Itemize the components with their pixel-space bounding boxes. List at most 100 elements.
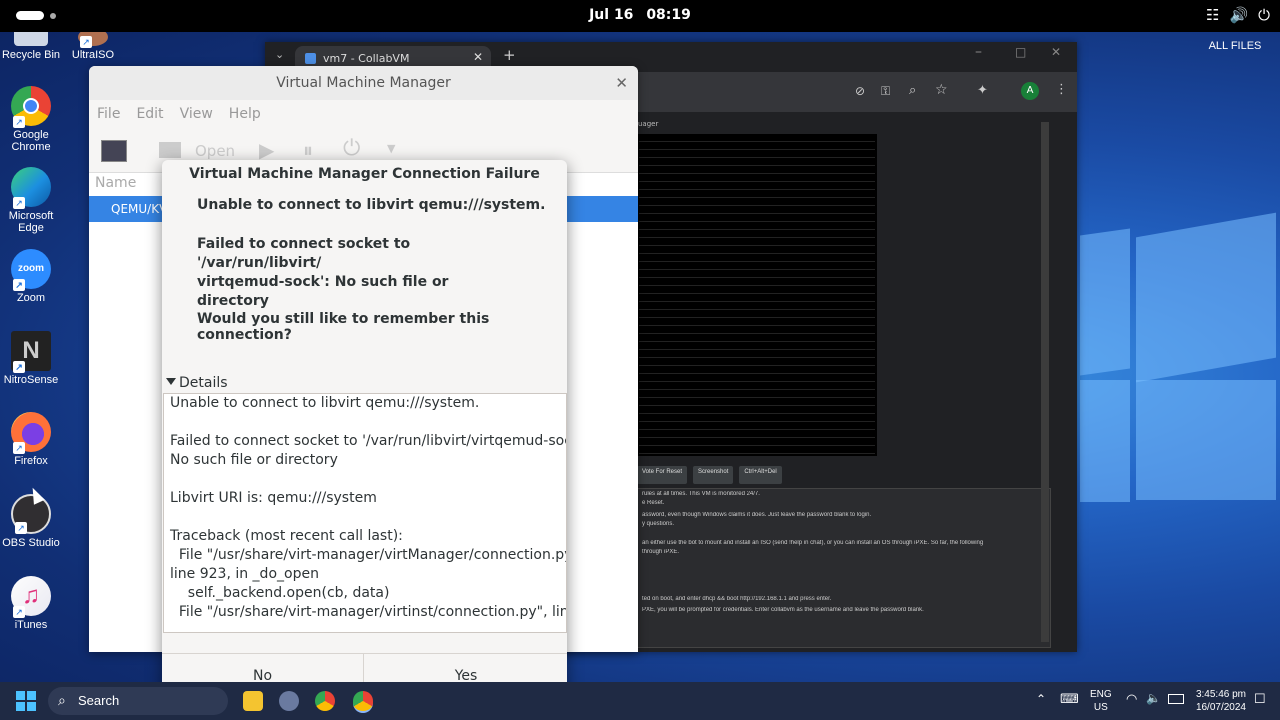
dialog-title: Virtual Machine Manager Connection Failu…	[189, 166, 540, 182]
top-bar-date: Jul 16	[589, 7, 634, 23]
chrome-taskbar-icon[interactable]	[315, 691, 335, 711]
connection-row-label: QEMU/KV	[111, 202, 168, 216]
key-icon[interactable]: ⚿	[881, 84, 890, 99]
chat-line: PXE, you will be prompted for credential…	[642, 607, 924, 613]
details-line: Libvirt URI is: qemu:///system	[170, 490, 377, 506]
open-button[interactable]: Open	[195, 142, 235, 160]
desktop-icon-itunes[interactable]: ♫ ↗ iTunes	[0, 576, 66, 631]
vm-action-buttons: Vote For Reset Screenshot Ctrl+Alt+Del	[637, 466, 782, 484]
extensions-icon[interactable]: ✦	[977, 83, 988, 98]
wallpaper-petal	[1080, 380, 1130, 502]
taskbar-search[interactable]: ⌕ Search	[48, 687, 228, 715]
page-scrollbar[interactable]	[1041, 122, 1049, 642]
desktop-icon-label: NitroSense	[3, 374, 59, 386]
profile-avatar[interactable]: A	[1021, 82, 1039, 100]
vm-terminal-line	[639, 246, 875, 254]
menu-help[interactable]: Help	[221, 100, 269, 130]
desktop-icon-label: UltraISO	[71, 49, 115, 61]
play-icon[interactable]: ▶	[259, 138, 274, 162]
secondary-line: Failed to connect socket to '/var/run/li…	[197, 236, 411, 271]
taskbar-clock[interactable]: 3:45:46 pm 16/07/2024	[1190, 688, 1246, 714]
desktop-icon-zoom[interactable]: zoom ↗ Zoom	[0, 249, 66, 304]
vm-terminal-line	[639, 342, 875, 350]
vm-console-icon[interactable]	[159, 142, 181, 158]
vm-terminal-line	[639, 406, 875, 414]
taskbar-date: 16/07/2024	[1195, 702, 1246, 713]
new-vm-icon[interactable]	[101, 140, 127, 162]
notification-bell-icon[interactable]: ☐	[1254, 691, 1266, 707]
vm-terminal-line	[639, 366, 875, 374]
speaker-icon[interactable]: 🔈	[1146, 691, 1161, 705]
desktop-icon-label: Recycle Bin	[1, 49, 61, 61]
details-line: line 923, in _do_open	[170, 566, 319, 582]
file-explorer-icon[interactable]	[243, 691, 263, 711]
menu-view[interactable]: View	[172, 100, 221, 130]
desktop-icon-ultraiso[interactable]: ↗ UltraISO	[58, 28, 128, 61]
desktop-icon-label: Zoom	[16, 292, 46, 304]
desktop-icon-all-files[interactable]: ALL FILES	[1200, 40, 1270, 52]
vote-for-reset-button[interactable]: Vote For Reset	[637, 466, 688, 484]
desktop-icon-label: ALL FILES	[1208, 40, 1262, 52]
language-indicator[interactable]: ENG US	[1090, 688, 1112, 714]
close-icon[interactable]: ✕	[615, 66, 628, 100]
tab-search-icon[interactable]: ⌄	[275, 48, 284, 61]
vm-terminal-line	[639, 134, 875, 142]
settings-gear-icon[interactable]	[279, 691, 299, 711]
vm-terminal-line	[639, 350, 875, 358]
browser-menu-icon[interactable]: ⋮	[1055, 82, 1068, 97]
maximize-icon[interactable]: □	[1015, 45, 1026, 59]
desktop-icon-label: Google Chrome	[11, 129, 51, 153]
column-name[interactable]: Name	[95, 175, 136, 191]
taskbar-time: 3:45:46 pm	[1195, 689, 1246, 700]
vm-terminal-line	[639, 142, 875, 150]
language-code: ENG	[1090, 689, 1112, 700]
chrome-active-taskbar-icon[interactable]	[353, 691, 373, 713]
vm-terminal-line	[639, 334, 875, 342]
vm-terminal-line	[639, 182, 875, 190]
desktop-icon-chrome[interactable]: ↗ Google Chrome	[0, 86, 66, 153]
new-tab-icon[interactable]: +	[503, 46, 516, 64]
vm-terminal-line	[639, 206, 875, 214]
chat-line: rules at all times. This VM is monitored…	[642, 491, 760, 497]
wifi-icon[interactable]: ◠	[1126, 691, 1137, 707]
desktop-icon-label: OBS Studio	[2, 537, 60, 549]
menu-edit[interactable]: Edit	[128, 100, 171, 130]
vmm-titlebar[interactable]: Virtual Machine Manager ✕	[89, 66, 638, 100]
network-icon: ☷	[1205, 6, 1220, 24]
zoom-icon: zoom ↗	[11, 249, 51, 291]
tab-close-icon[interactable]: ✕	[473, 50, 483, 64]
screenshot-button[interactable]: Screenshot	[693, 466, 734, 484]
vm-terminal-line	[639, 374, 875, 382]
details-textview[interactable]: Unable to connect to libvirt qemu:///sys…	[163, 393, 567, 633]
details-line	[164, 508, 566, 527]
chevron-down-icon[interactable]: ▼	[387, 142, 395, 155]
vm-screen[interactable]	[637, 134, 877, 456]
visibility-off-icon[interactable]: ⊘	[855, 84, 865, 98]
ctrl-alt-del-button[interactable]: Ctrl+Alt+Del	[739, 466, 782, 484]
edge-icon: ↗	[11, 167, 51, 209]
chat-pane[interactable]: rules at all times. This VM is monitored…	[637, 488, 1051, 648]
vm-terminal-line	[639, 262, 875, 270]
start-button[interactable]	[16, 691, 36, 711]
vm-terminal-line	[639, 190, 875, 198]
menu-file[interactable]: File	[89, 100, 128, 130]
minimize-icon[interactable]: –	[975, 44, 982, 60]
itunes-icon: ♫ ↗	[11, 576, 51, 618]
close-window-icon[interactable]: ✕	[1051, 45, 1061, 59]
power-icon[interactable]: ⏻	[343, 136, 360, 161]
desktop-icon-firefox[interactable]: ↗ Firefox	[0, 412, 66, 467]
details-expander[interactable]: Details	[164, 375, 228, 391]
system-tray[interactable]: ☷ 🔊 ⏻	[1206, 6, 1270, 24]
keyboard-icon[interactable]: ⌨	[1060, 691, 1079, 707]
battery-icon[interactable]	[1168, 694, 1184, 704]
bookmark-star-icon[interactable]: ☆	[935, 82, 948, 98]
top-bar-clock[interactable]: Jul 16 08:19	[0, 7, 1280, 23]
desktop-icon-recycle-bin[interactable]: Recycle Bin	[0, 28, 66, 61]
desktop-icon-nitrosense[interactable]: N ↗ NitroSense	[0, 331, 66, 386]
pause-icon[interactable]: ⏸	[303, 138, 313, 162]
zoom-icon[interactable]: ⌕	[909, 83, 916, 98]
desktop-icon-edge[interactable]: ↗ Microsoft Edge	[0, 167, 66, 234]
chevron-up-icon[interactable]: ⌃	[1036, 692, 1046, 706]
vm-terminal-line	[639, 326, 875, 334]
connection-failure-dialog[interactable]: Virtual Machine Manager Connection Failu…	[162, 160, 567, 699]
